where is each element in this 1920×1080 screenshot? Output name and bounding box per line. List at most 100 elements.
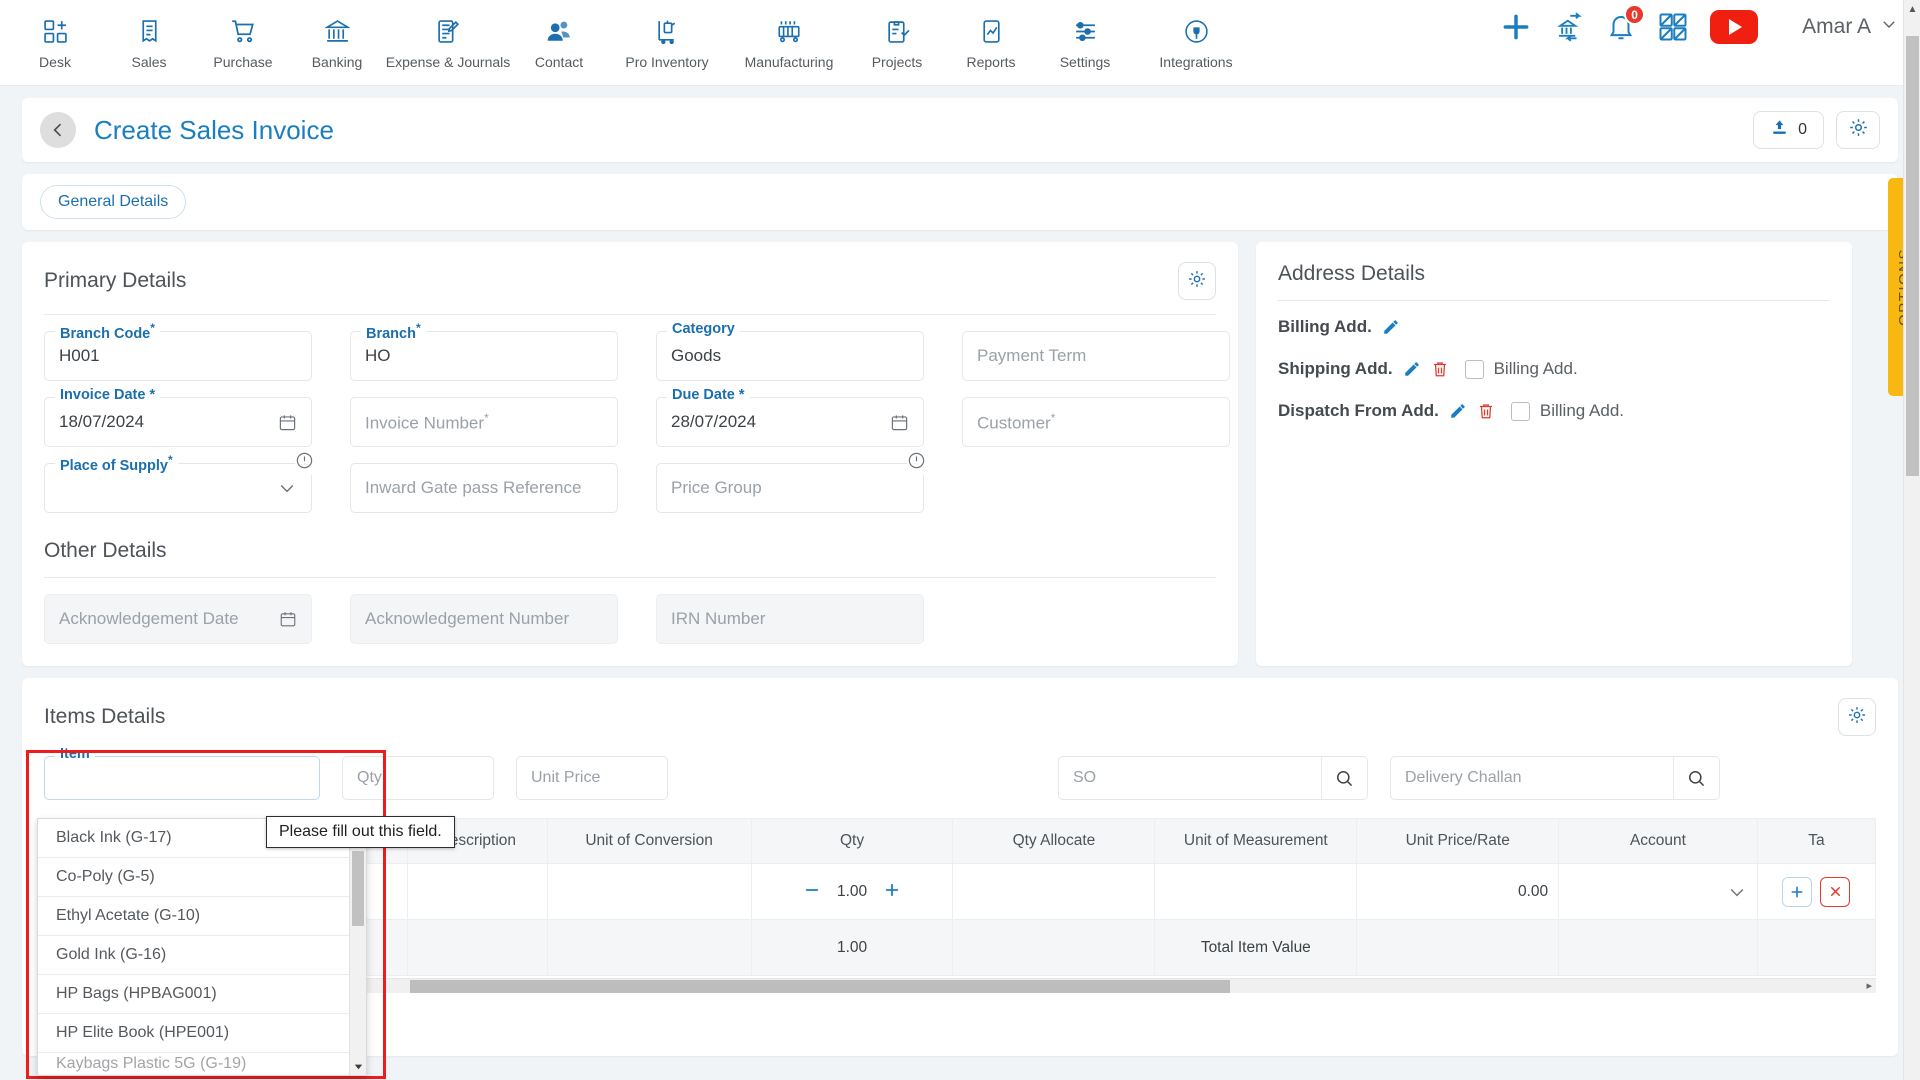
field-invoice-number[interactable]: Invoice Number*	[350, 397, 618, 447]
field-inward-gate-pass-reference[interactable]: Inward Gate pass Reference	[350, 463, 618, 513]
calendar-icon[interactable]	[278, 413, 297, 432]
chevron-down-icon[interactable]	[277, 478, 297, 498]
list-item[interactable]: Co-Poly (G-5)	[38, 858, 366, 897]
so-input[interactable]: SO	[1058, 756, 1368, 800]
inward-gate-pass-reference-input[interactable]: Inward Gate pass Reference	[350, 463, 618, 513]
search-icon[interactable]	[1673, 757, 1719, 799]
field-unit-price[interactable]: Unit Price	[516, 756, 668, 800]
nav-item-purchase[interactable]: Purchase	[196, 8, 290, 70]
user-menu[interactable]: Amar A	[1802, 15, 1898, 39]
delete-row-button[interactable]	[1820, 876, 1851, 907]
primary-details-settings-button[interactable]	[1178, 262, 1216, 300]
scrollbar-thumb[interactable]	[352, 851, 364, 926]
invoice-date-input[interactable]: 18/07/2024	[44, 397, 312, 447]
invoice-number-input[interactable]: Invoice Number*	[350, 397, 618, 447]
page-scrollbar[interactable]: ▲	[1903, 0, 1920, 1080]
delete-icon[interactable]	[1431, 360, 1449, 378]
nav-item-banking[interactable]: Banking	[290, 8, 384, 70]
qty-input[interactable]: Qty	[342, 756, 494, 800]
field-item[interactable]: Item	[44, 746, 320, 800]
delete-icon[interactable]	[1477, 402, 1495, 420]
list-item[interactable]: HP Elite Book (HPE001)	[38, 1014, 366, 1053]
add-row-button[interactable]	[1782, 876, 1813, 907]
info-icon[interactable]	[295, 451, 314, 475]
category-input[interactable]: Goods	[656, 331, 924, 381]
field-price-group[interactable]: Price Group	[656, 451, 926, 513]
tab-general-details[interactable]: General Details	[40, 185, 187, 219]
page-settings-button[interactable]	[1836, 111, 1880, 149]
item-dropdown-list[interactable]: Black Ink (G-17) Co-Poly (G-5) Ethyl Ace…	[37, 818, 367, 1076]
field-irn-number[interactable]: IRN Number	[656, 594, 924, 644]
item-input[interactable]	[44, 756, 320, 800]
payment-term-input[interactable]: Payment Term	[962, 331, 1230, 381]
nav-item-projects[interactable]: Projects	[850, 8, 944, 70]
list-item[interactable]: HP Bags (HPBAG001)	[38, 975, 366, 1014]
acknowledgement-number-input[interactable]: Acknowledgement Number	[350, 594, 618, 644]
plus-icon[interactable]	[883, 881, 901, 903]
field-acknowledgement-number[interactable]: Acknowledgement Number	[350, 594, 618, 644]
field-invoice-date[interactable]: Invoice Date * 18/07/2024	[44, 387, 312, 447]
scroll-up-arrow[interactable]: ▲	[1904, 4, 1920, 15]
scrollbar-thumb[interactable]	[410, 980, 1230, 993]
nav-item-pro-inventory[interactable]: Pro Inventory	[606, 8, 728, 70]
field-place-of-supply[interactable]: Place of Supply*	[44, 451, 314, 513]
delivery-challan-input[interactable]: Delivery Challan	[1390, 756, 1720, 800]
list-item[interactable]: Gold Ink (G-16)	[38, 936, 366, 975]
scroll-right-arrow[interactable]: ▸	[1866, 979, 1872, 992]
bell-icon[interactable]: 0	[1606, 4, 1646, 42]
youtube-icon[interactable]	[1710, 10, 1759, 44]
cell-qty-allocate[interactable]	[952, 863, 1156, 920]
search-icon[interactable]	[1321, 757, 1367, 799]
irn-number-input[interactable]: IRN Number	[656, 594, 924, 644]
field-acknowledgement-date[interactable]: Acknowledgement Date	[44, 594, 312, 644]
field-payment-term[interactable]: Payment Term	[962, 331, 1230, 381]
same-as-billing-checkbox[interactable]	[1510, 401, 1530, 421]
field-category[interactable]: Category Goods	[656, 321, 924, 381]
unit-price-input[interactable]: Unit Price	[516, 756, 668, 800]
chevron-down-icon[interactable]	[1569, 882, 1747, 902]
edit-icon[interactable]	[1403, 360, 1421, 378]
field-branch-code[interactable]: Branch Code* H001	[44, 321, 312, 381]
nav-item-integrations[interactable]: Integrations	[1132, 8, 1260, 70]
calendar-icon[interactable]	[890, 413, 909, 432]
field-qty[interactable]: Qty	[342, 756, 494, 800]
calendar-icon[interactable]	[279, 610, 297, 628]
grid-apps-icon[interactable]	[1658, 12, 1688, 42]
nav-item-sales[interactable]: Sales	[102, 8, 196, 70]
same-as-billing-checkbox[interactable]	[1464, 359, 1484, 379]
back-button[interactable]	[40, 112, 76, 148]
field-customer[interactable]: Customer*	[962, 397, 1230, 447]
nav-item-expense-journals[interactable]: Expense & Journals	[384, 8, 512, 70]
nav-item-contact[interactable]: Contact	[512, 8, 606, 70]
nav-item-desk[interactable]: Desk	[8, 8, 102, 70]
edit-icon[interactable]	[1449, 402, 1467, 420]
cell-unit-of-measurement[interactable]	[1154, 863, 1358, 920]
minus-icon[interactable]	[803, 881, 821, 903]
qty-value[interactable]: 1.00	[837, 883, 867, 901]
nav-item-manufacturing[interactable]: Manufacturing	[728, 8, 850, 70]
plus-icon[interactable]	[1500, 11, 1532, 43]
field-branch[interactable]: Branch* HO	[350, 321, 618, 381]
edit-icon[interactable]	[1382, 318, 1400, 336]
cell-unit-price-rate[interactable]: 0.00	[1356, 863, 1560, 920]
cell-unit-of-conversion[interactable]	[546, 863, 752, 920]
dropdown-scrollbar[interactable]	[349, 819, 366, 1075]
attachments-button[interactable]: 0	[1753, 111, 1824, 149]
field-so[interactable]: SO	[1058, 756, 1368, 800]
list-item[interactable]: Kaybags Plastic 5G (G-19)	[38, 1053, 366, 1075]
bank-transfer-icon[interactable]	[1554, 12, 1584, 42]
scroll-down-arrow[interactable]	[352, 1059, 365, 1073]
nav-item-settings[interactable]: Settings	[1038, 8, 1132, 70]
field-delivery-challan[interactable]: Delivery Challan	[1390, 756, 1720, 800]
info-icon[interactable]	[907, 451, 926, 475]
price-group-input[interactable]: Price Group	[656, 463, 924, 513]
list-item[interactable]: Ethyl Acetate (G-10)	[38, 897, 366, 936]
nav-item-reports[interactable]: Reports	[944, 8, 1038, 70]
due-date-input[interactable]: 28/07/2024	[656, 397, 924, 447]
items-details-settings-button[interactable]	[1838, 698, 1876, 736]
cell-description[interactable]	[406, 863, 548, 920]
customer-input[interactable]: Customer*	[962, 397, 1230, 447]
field-due-date[interactable]: Due Date * 28/07/2024	[656, 387, 924, 447]
cell-account[interactable]	[1558, 863, 1758, 920]
scrollbar-thumb[interactable]	[1906, 36, 1919, 476]
